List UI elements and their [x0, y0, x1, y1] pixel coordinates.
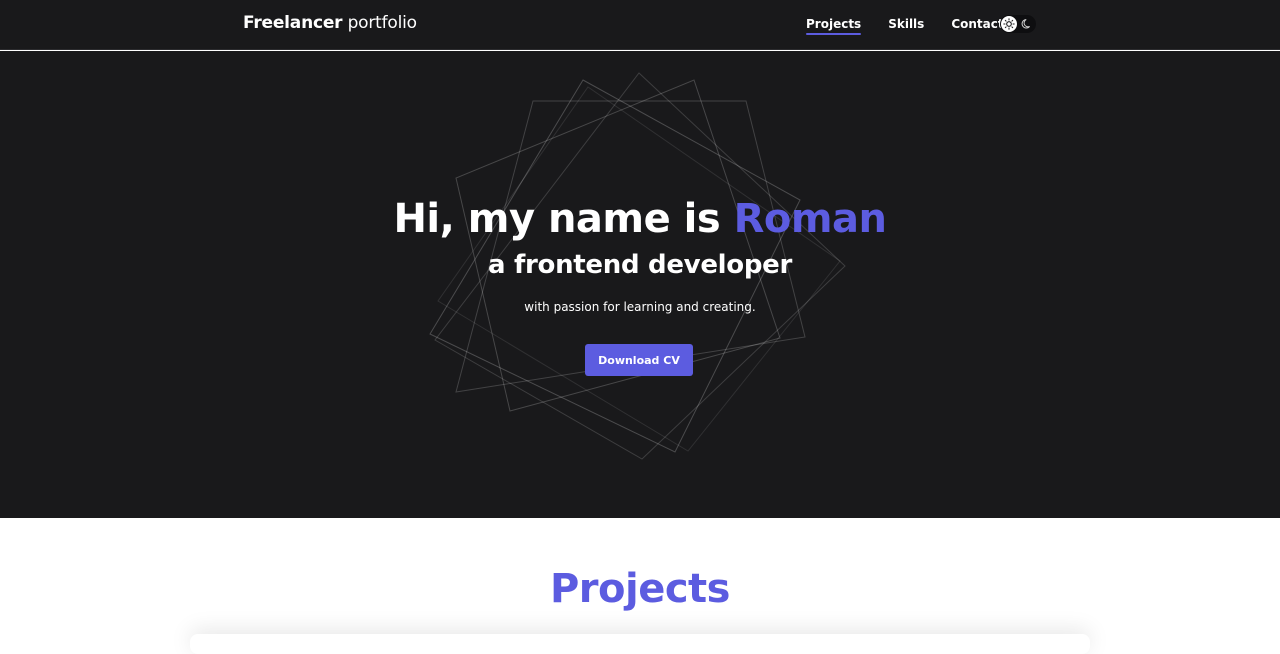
nav-link-skills[interactable]: Skills	[888, 17, 924, 35]
sun-icon	[1001, 16, 1017, 32]
hero-heading: Hi, my name is Roman	[0, 196, 1280, 242]
site-logo[interactable]: Freelancer portfolio	[243, 13, 417, 33]
nav-link-projects[interactable]: Projects	[806, 17, 862, 35]
hero-tagline: with passion for learning and creating.	[524, 300, 756, 314]
hero-greeting: Hi, my name is	[393, 196, 734, 242]
hero-name: Roman	[733, 196, 887, 242]
hero-subtitle: a frontend developer	[487, 250, 792, 280]
main-nav: Projects Skills Contacts	[806, 17, 1011, 35]
projects-section: Projects	[0, 518, 1280, 654]
theme-toggle[interactable]	[1000, 15, 1036, 33]
site-header: Freelancer portfolio Projects Skills Con…	[0, 0, 1280, 50]
project-card[interactable]	[190, 634, 1090, 654]
moon-icon	[1020, 17, 1034, 31]
download-cv-button[interactable]: Download CV	[585, 344, 693, 376]
hero-section: Hi, my name is Roman a frontend develope…	[0, 51, 1280, 518]
projects-heading: Projects	[549, 566, 731, 612]
logo-bold-text: Freelancer	[243, 13, 343, 33]
hero-decorative-lines	[429, 72, 846, 460]
logo-light-text: portfolio	[342, 13, 417, 33]
